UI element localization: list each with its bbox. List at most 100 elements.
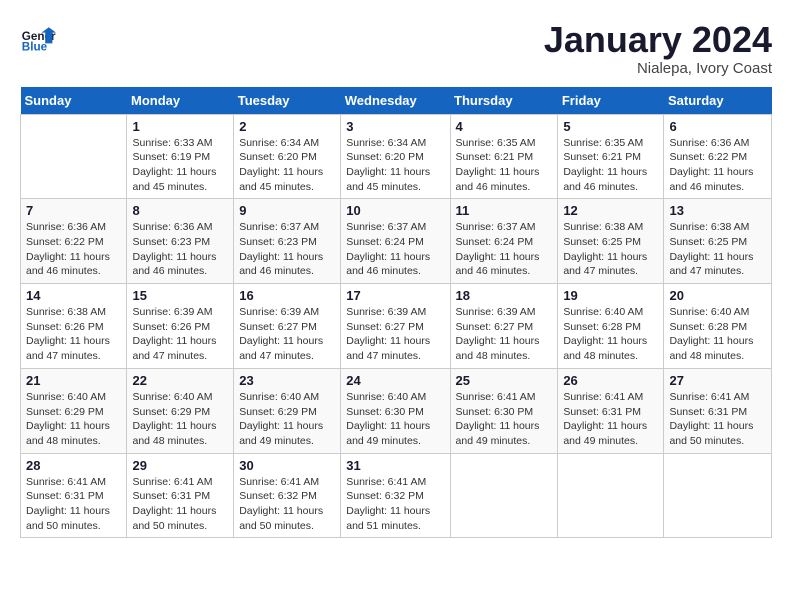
day-info: Sunrise: 6:33 AM Sunset: 6:19 PM Dayligh… xyxy=(132,136,228,195)
weekday-header-friday: Friday xyxy=(558,87,664,115)
day-number: 24 xyxy=(346,373,444,388)
weekday-header-wednesday: Wednesday xyxy=(341,87,450,115)
day-number: 4 xyxy=(456,119,553,134)
calendar-cell: 1Sunrise: 6:33 AM Sunset: 6:19 PM Daylig… xyxy=(127,114,234,199)
day-info: Sunrise: 6:40 AM Sunset: 6:29 PM Dayligh… xyxy=(239,390,335,449)
calendar-cell: 14 Sunrise: 6:38 AM Sunset: 6:26 PM Dayli… xyxy=(21,284,127,369)
day-number: 22 xyxy=(132,373,228,388)
weekday-header-sunday: Sunday xyxy=(21,87,127,115)
calendar-cell: 15 Sunrise: 6:39 AM Sunset: 6:26 PM Dayli… xyxy=(127,284,234,369)
calendar-cell: 7Sunrise: 6:36 AM Sunset: 6:22 PM Daylig… xyxy=(21,199,127,284)
day-number: 8 xyxy=(132,203,228,218)
calendar-cell: 16 Sunrise: 6:39 AM Sunset: 6:27 PM Dayli… xyxy=(234,284,341,369)
day-number: 13 xyxy=(669,203,766,218)
weekday-header-monday: Monday xyxy=(127,87,234,115)
page-header: General Blue January 2024 Nialepa, Ivory… xyxy=(20,20,772,77)
calendar-cell: 8 Sunrise: 6:36 AM Sunset: 6:23 PM Daylig… xyxy=(127,199,234,284)
svg-text:Blue: Blue xyxy=(22,41,48,54)
calendar-week-4: 21 Sunrise: 6:40 AM Sunset: 6:29 PM Dayli… xyxy=(21,368,772,453)
day-info: Sunrise: 6:36 AM Sunset: 6:23 PM Dayligh… xyxy=(132,220,228,279)
day-info: Sunrise: 6:41 AM Sunset: 6:32 PM Dayligh… xyxy=(239,475,335,534)
day-number: 30 xyxy=(239,458,335,473)
calendar-cell: 31 Sunrise: 6:41 AM Sunset: 6:32 PM Dayli… xyxy=(341,453,450,538)
day-number: 14 xyxy=(26,288,121,303)
calendar-cell: 23Sunrise: 6:40 AM Sunset: 6:29 PM Dayli… xyxy=(234,368,341,453)
day-info: Sunrise: 6:38 AM Sunset: 6:26 PM Dayligh… xyxy=(26,305,121,364)
day-number: 10 xyxy=(346,203,444,218)
calendar-week-2: 7Sunrise: 6:36 AM Sunset: 6:22 PM Daylig… xyxy=(21,199,772,284)
day-info: Sunrise: 6:41 AM Sunset: 6:31 PM Dayligh… xyxy=(669,390,766,449)
day-info: Sunrise: 6:37 AM Sunset: 6:24 PM Dayligh… xyxy=(346,220,444,279)
calendar-cell: 30 Sunrise: 6:41 AM Sunset: 6:32 PM Dayli… xyxy=(234,453,341,538)
day-number: 20 xyxy=(669,288,766,303)
day-info: Sunrise: 6:39 AM Sunset: 6:26 PM Dayligh… xyxy=(132,305,228,364)
calendar-cell xyxy=(664,453,772,538)
day-info: Sunrise: 6:40 AM Sunset: 6:28 PM Dayligh… xyxy=(669,305,766,364)
calendar-cell: 13 Sunrise: 6:38 AM Sunset: 6:25 PM Dayli… xyxy=(664,199,772,284)
location: Nialepa, Ivory Coast xyxy=(544,60,772,77)
day-info: Sunrise: 6:40 AM Sunset: 6:30 PM Dayligh… xyxy=(346,390,444,449)
day-info: Sunrise: 6:40 AM Sunset: 6:29 PM Dayligh… xyxy=(26,390,121,449)
day-info: Sunrise: 6:41 AM Sunset: 6:31 PM Dayligh… xyxy=(132,475,228,534)
day-info: Sunrise: 6:35 AM Sunset: 6:21 PM Dayligh… xyxy=(563,136,658,195)
calendar-cell: 22 Sunrise: 6:40 AM Sunset: 6:29 PM Dayli… xyxy=(127,368,234,453)
calendar-cell: 26 Sunrise: 6:41 AM Sunset: 6:31 PM Dayli… xyxy=(558,368,664,453)
calendar-week-5: 28Sunrise: 6:41 AM Sunset: 6:31 PM Dayli… xyxy=(21,453,772,538)
day-number: 26 xyxy=(563,373,658,388)
calendar-cell: 25Sunrise: 6:41 AM Sunset: 6:30 PM Dayli… xyxy=(450,368,558,453)
calendar-cell: 29 Sunrise: 6:41 AM Sunset: 6:31 PM Dayli… xyxy=(127,453,234,538)
day-number: 9 xyxy=(239,203,335,218)
day-number: 11 xyxy=(456,203,553,218)
day-number: 12 xyxy=(563,203,658,218)
day-info: Sunrise: 6:35 AM Sunset: 6:21 PM Dayligh… xyxy=(456,136,553,195)
day-info: Sunrise: 6:38 AM Sunset: 6:25 PM Dayligh… xyxy=(563,220,658,279)
weekday-header-thursday: Thursday xyxy=(450,87,558,115)
calendar-cell: 12 Sunrise: 6:38 AM Sunset: 6:25 PM Dayli… xyxy=(558,199,664,284)
day-number: 6 xyxy=(669,119,766,134)
day-number: 29 xyxy=(132,458,228,473)
calendar-cell: 11 Sunrise: 6:37 AM Sunset: 6:24 PM Dayli… xyxy=(450,199,558,284)
day-number: 21 xyxy=(26,373,121,388)
day-info: Sunrise: 6:40 AM Sunset: 6:29 PM Dayligh… xyxy=(132,390,228,449)
calendar-cell: 27Sunrise: 6:41 AM Sunset: 6:31 PM Dayli… xyxy=(664,368,772,453)
day-number: 31 xyxy=(346,458,444,473)
day-number: 5 xyxy=(563,119,658,134)
calendar-cell: 18Sunrise: 6:39 AM Sunset: 6:27 PM Dayli… xyxy=(450,284,558,369)
calendar-cell xyxy=(558,453,664,538)
day-number: 19 xyxy=(563,288,658,303)
day-info: Sunrise: 6:41 AM Sunset: 6:31 PM Dayligh… xyxy=(563,390,658,449)
day-info: Sunrise: 6:39 AM Sunset: 6:27 PM Dayligh… xyxy=(346,305,444,364)
day-info: Sunrise: 6:41 AM Sunset: 6:32 PM Dayligh… xyxy=(346,475,444,534)
calendar-cell: 10 Sunrise: 6:37 AM Sunset: 6:24 PM Dayli… xyxy=(341,199,450,284)
day-number: 15 xyxy=(132,288,228,303)
day-number: 16 xyxy=(239,288,335,303)
day-info: Sunrise: 6:41 AM Sunset: 6:31 PM Dayligh… xyxy=(26,475,121,534)
calendar-cell: 9 Sunrise: 6:37 AM Sunset: 6:23 PM Daylig… xyxy=(234,199,341,284)
calendar-cell: 5 Sunrise: 6:35 AM Sunset: 6:21 PM Daylig… xyxy=(558,114,664,199)
calendar-week-3: 14 Sunrise: 6:38 AM Sunset: 6:26 PM Dayli… xyxy=(21,284,772,369)
calendar-cell: 17 Sunrise: 6:39 AM Sunset: 6:27 PM Dayli… xyxy=(341,284,450,369)
calendar-cell: 4 Sunrise: 6:35 AM Sunset: 6:21 PM Daylig… xyxy=(450,114,558,199)
day-info: Sunrise: 6:39 AM Sunset: 6:27 PM Dayligh… xyxy=(456,305,553,364)
day-number: 17 xyxy=(346,288,444,303)
day-info: Sunrise: 6:34 AM Sunset: 6:20 PM Dayligh… xyxy=(346,136,444,195)
calendar-cell: 28Sunrise: 6:41 AM Sunset: 6:31 PM Dayli… xyxy=(21,453,127,538)
calendar-cell: 20 Sunrise: 6:40 AM Sunset: 6:28 PM Dayli… xyxy=(664,284,772,369)
calendar-cell: 21 Sunrise: 6:40 AM Sunset: 6:29 PM Dayli… xyxy=(21,368,127,453)
day-info: Sunrise: 6:37 AM Sunset: 6:24 PM Dayligh… xyxy=(456,220,553,279)
day-number: 2 xyxy=(239,119,335,134)
day-info: Sunrise: 6:40 AM Sunset: 6:28 PM Dayligh… xyxy=(563,305,658,364)
weekday-header-tuesday: Tuesday xyxy=(234,87,341,115)
day-info: Sunrise: 6:39 AM Sunset: 6:27 PM Dayligh… xyxy=(239,305,335,364)
calendar-cell xyxy=(21,114,127,199)
calendar-cell: 2Sunrise: 6:34 AM Sunset: 6:20 PM Daylig… xyxy=(234,114,341,199)
day-info: Sunrise: 6:37 AM Sunset: 6:23 PM Dayligh… xyxy=(239,220,335,279)
title-block: January 2024 Nialepa, Ivory Coast xyxy=(544,20,772,77)
day-info: Sunrise: 6:36 AM Sunset: 6:22 PM Dayligh… xyxy=(26,220,121,279)
calendar-cell: 6Sunrise: 6:36 AM Sunset: 6:22 PM Daylig… xyxy=(664,114,772,199)
day-info: Sunrise: 6:38 AM Sunset: 6:25 PM Dayligh… xyxy=(669,220,766,279)
logo: General Blue xyxy=(20,20,60,56)
calendar-week-1: 1Sunrise: 6:33 AM Sunset: 6:19 PM Daylig… xyxy=(21,114,772,199)
logo-icon: General Blue xyxy=(20,20,56,56)
weekday-header-saturday: Saturday xyxy=(664,87,772,115)
